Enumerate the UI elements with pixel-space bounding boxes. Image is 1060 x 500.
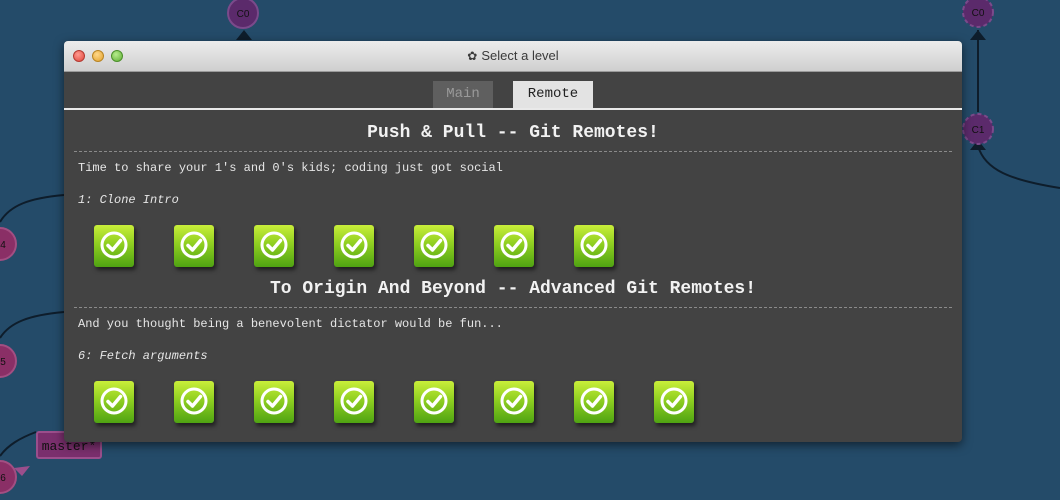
commit-node[interactable]: 4 [0,227,17,261]
level-select-window: ✿ Select a level Main Remote Push & Pull … [64,41,962,442]
checkmark-icon [500,231,528,259]
svg-text:C0: C0 [972,8,985,19]
level-button[interactable] [414,381,454,423]
svg-text:C0: C0 [237,9,250,20]
window-title-text: Select a level [481,48,559,63]
level-button[interactable] [174,381,214,423]
level-button[interactable] [334,225,374,267]
commit-node[interactable]: C1 [962,113,994,145]
level-button[interactable] [254,225,294,267]
checkmark-icon [340,387,368,415]
window-title: ✿ Select a level [64,41,962,71]
checkmark-icon [260,387,288,415]
level-button[interactable] [254,381,294,423]
checkmark-icon [580,231,608,259]
section-divider [74,307,952,308]
section-divider [74,151,952,152]
checkmark-icon [260,231,288,259]
checkmark-icon [420,231,448,259]
level-tabs: Main Remote [64,72,962,110]
level-button[interactable] [654,381,694,423]
svg-text:5: 5 [0,357,6,368]
level-button[interactable] [414,225,454,267]
checkmark-icon [420,387,448,415]
level-button[interactable] [574,225,614,267]
window-titlebar: ✿ Select a level [64,41,962,72]
level-button[interactable] [94,225,134,267]
section-description: And you thought being a benevolent dicta… [78,317,503,331]
level-button[interactable] [174,225,214,267]
checkmark-icon [500,387,528,415]
level-button[interactable] [94,381,134,423]
tab-main[interactable]: Main [433,81,493,108]
section-title: To Origin And Beyond -- Advanced Git Rem… [269,279,757,299]
commit-node[interactable]: C0 [227,0,259,29]
checkmark-icon [100,231,128,259]
svg-text:C1: C1 [972,125,985,136]
svg-text:4: 4 [0,240,6,251]
level-button[interactable] [494,381,534,423]
checkmark-icon [180,231,208,259]
section-title: Push & Pull -- Git Remotes! [367,123,659,143]
level-label: 1: Clone Intro [78,193,179,207]
svg-text:6: 6 [0,473,6,484]
section-description: Time to share your 1's and 0's kids; cod… [78,161,503,175]
commit-node[interactable]: 5 [0,344,17,378]
level-button[interactable] [574,381,614,423]
level-button[interactable] [494,225,534,267]
checkmark-icon [580,387,608,415]
level-label: 6: Fetch arguments [78,349,208,363]
checkmark-icon [660,387,688,415]
checkmark-icon [100,387,128,415]
checkmark-icon [180,387,208,415]
arrow-icon [970,30,986,40]
level-button[interactable] [334,381,374,423]
commit-node[interactable]: C0 [962,0,994,28]
arrow-icon [236,30,252,40]
checkmark-icon [340,231,368,259]
gear-icon: ✿ [467,49,478,63]
tab-remote[interactable]: Remote [513,81,593,108]
commit-node[interactable]: 6 [0,460,17,494]
